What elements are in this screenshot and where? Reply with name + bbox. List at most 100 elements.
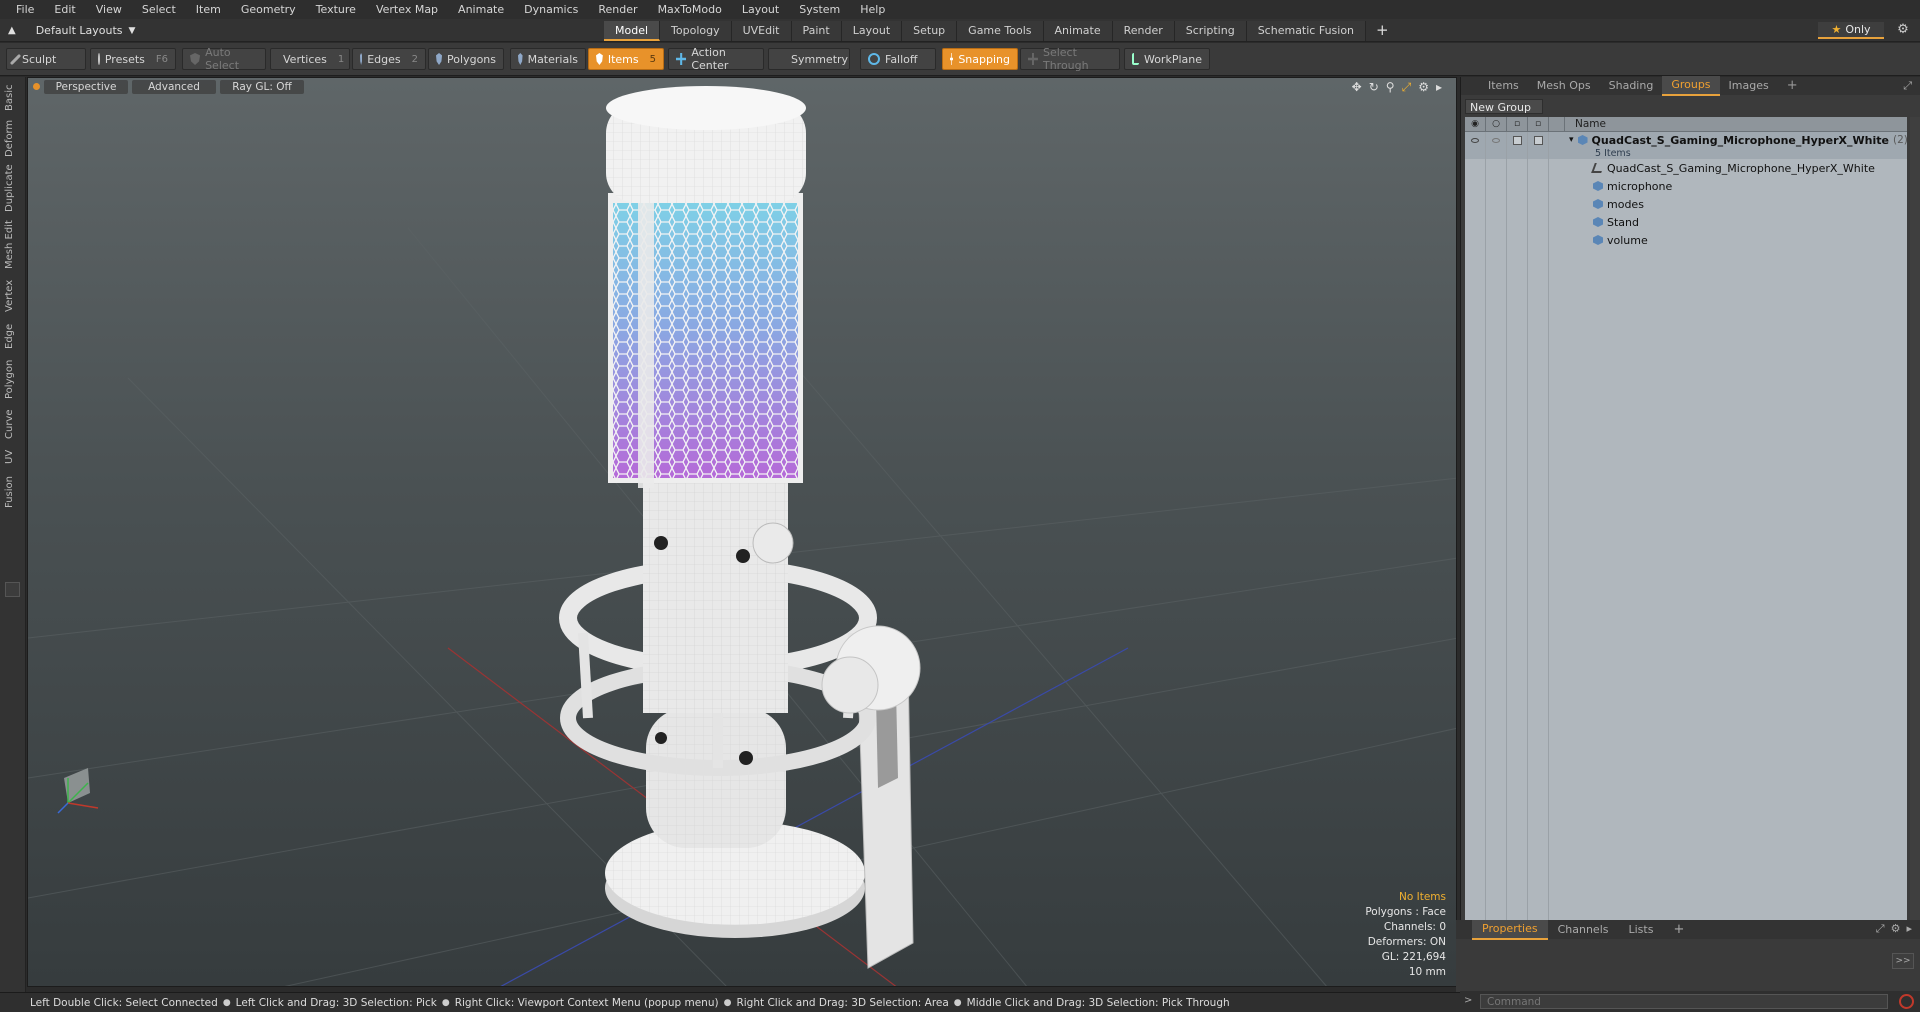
collapse-icon[interactable]: ▲ bbox=[8, 25, 16, 36]
raygl-button[interactable]: Ray GL: Off bbox=[220, 80, 304, 94]
list-item[interactable]: microphone bbox=[1465, 177, 1907, 195]
tab-topology[interactable]: Topology bbox=[660, 21, 732, 41]
menu-edit[interactable]: Edit bbox=[44, 0, 85, 19]
sculpt-button[interactable]: Sculpt bbox=[6, 48, 86, 70]
vtab-basic[interactable]: Basic bbox=[4, 83, 22, 113]
tab-setup[interactable]: Setup bbox=[902, 21, 958, 41]
tab-layout[interactable]: Layout bbox=[841, 21, 903, 41]
vertices-button[interactable]: Vertices 1 bbox=[270, 48, 350, 70]
viewport-expand-icon[interactable]: ▸ bbox=[1436, 80, 1442, 95]
vtab-vertex[interactable]: Vertex bbox=[4, 277, 22, 315]
vtab-curve[interactable]: Curve bbox=[4, 407, 22, 441]
presets-button[interactable]: Presets F6 bbox=[90, 48, 176, 70]
collapse-arrow-icon[interactable]: ▾ bbox=[1569, 135, 1574, 145]
tab-images[interactable]: Images bbox=[1720, 77, 1778, 95]
expand-icon[interactable]: ⤢ bbox=[1876, 922, 1885, 936]
vtab-mesh-edit[interactable]: Mesh Edit bbox=[4, 219, 22, 271]
edges-button[interactable]: Edges 2 bbox=[352, 48, 426, 70]
select-through-button[interactable]: Select Through bbox=[1020, 46, 1120, 72]
visibility-toggle[interactable] bbox=[1465, 132, 1486, 148]
tab-groups[interactable]: Groups bbox=[1662, 76, 1720, 96]
layout-selector[interactable]: ▲ Default Layouts ▼ bbox=[8, 22, 135, 39]
menu-help[interactable]: Help bbox=[850, 0, 895, 19]
visibility-column-icon[interactable]: ◉ bbox=[1465, 117, 1486, 132]
menu-animate[interactable]: Animate bbox=[448, 0, 514, 19]
zoom-view-icon[interactable]: ⚲ bbox=[1386, 80, 1395, 95]
auto-select-button[interactable]: Auto Select bbox=[182, 46, 266, 72]
vtab-deform[interactable]: Deform bbox=[4, 119, 22, 157]
view-advanced-button[interactable]: Advanced bbox=[132, 80, 216, 94]
gear-icon[interactable]: ⚙ bbox=[1894, 22, 1912, 39]
tab-animate[interactable]: Animate bbox=[1043, 21, 1113, 41]
workplane-button[interactable]: WorkPlane bbox=[1124, 48, 1210, 70]
vtab-fusion[interactable]: Fusion bbox=[4, 473, 22, 511]
symmetry-button[interactable]: Symmetry bbox=[768, 48, 850, 70]
command-input[interactable] bbox=[1480, 994, 1888, 1009]
properties-expand-button[interactable]: >> bbox=[1892, 953, 1914, 969]
tab-items[interactable]: Items bbox=[1479, 77, 1528, 95]
viewport-menu-icon[interactable] bbox=[33, 83, 40, 90]
list-item[interactable]: QuadCast_S_Gaming_Microphone_HyperX_Whit… bbox=[1465, 159, 1907, 177]
record-macro-icon[interactable] bbox=[1899, 994, 1914, 1009]
tab-render[interactable]: Render bbox=[1112, 21, 1175, 41]
render-toggle[interactable] bbox=[1486, 132, 1507, 148]
list-item[interactable]: volume bbox=[1465, 231, 1907, 249]
tab-lists[interactable]: Lists bbox=[1619, 921, 1664, 939]
menu-layout[interactable]: Layout bbox=[732, 0, 789, 19]
vtab-polygon[interactable]: Polygon bbox=[4, 357, 22, 401]
tab-model[interactable]: Model bbox=[604, 21, 661, 41]
view-settings-icon[interactable]: ⚙ bbox=[1418, 80, 1429, 95]
menu-maxtomodo[interactable]: MaxToModo bbox=[648, 0, 732, 19]
render-column-icon[interactable]: ○ bbox=[1486, 117, 1507, 132]
falloff-button[interactable]: Falloff bbox=[860, 48, 936, 70]
move-view-icon[interactable]: ✥ bbox=[1352, 80, 1362, 95]
menu-item[interactable]: Item bbox=[186, 0, 231, 19]
menu-texture[interactable]: Texture bbox=[306, 0, 366, 19]
materials-button[interactable]: Materials bbox=[510, 48, 586, 70]
outliner-scrollbar[interactable] bbox=[1910, 117, 1920, 921]
select-toggle[interactable] bbox=[1528, 132, 1549, 148]
snapping-button[interactable]: Snapping bbox=[942, 48, 1018, 70]
lock-toggle[interactable] bbox=[1507, 132, 1528, 148]
fit-view-icon[interactable]: ⤢ bbox=[1402, 80, 1412, 95]
group-row[interactable]: ▾ QuadCast_S_Gaming_Microphone_HyperX_Wh… bbox=[1465, 132, 1907, 148]
tab-game-tools[interactable]: Game Tools bbox=[957, 21, 1044, 41]
add-tab-icon[interactable]: + bbox=[1778, 77, 1807, 95]
tab-mesh-ops[interactable]: Mesh Ops bbox=[1528, 77, 1600, 95]
menu-render[interactable]: Render bbox=[588, 0, 647, 19]
menu-file[interactable]: File bbox=[6, 0, 44, 19]
menu-view[interactable]: View bbox=[86, 0, 132, 19]
panel-arrow-icon[interactable]: ▸ bbox=[1906, 922, 1912, 936]
menu-dynamics[interactable]: Dynamics bbox=[514, 0, 588, 19]
menu-select[interactable]: Select bbox=[132, 0, 186, 19]
list-item[interactable]: Stand bbox=[1465, 213, 1907, 231]
palette-toggle[interactable] bbox=[5, 582, 20, 597]
tab-properties[interactable]: Properties bbox=[1472, 919, 1548, 940]
vtab-duplicate[interactable]: Duplicate bbox=[4, 163, 22, 213]
command-history-icon[interactable]: > bbox=[1464, 995, 1472, 1006]
menu-system[interactable]: System bbox=[789, 0, 850, 19]
add-tab-icon[interactable]: + bbox=[1663, 921, 1694, 939]
3d-viewport[interactable]: Perspective Advanced Ray GL: Off ✥ ↻ ⚲ ⤢… bbox=[27, 77, 1457, 987]
new-group-button[interactable]: New Group bbox=[1465, 99, 1543, 114]
gear-icon[interactable]: ⚙ bbox=[1891, 922, 1901, 936]
select-column-icon[interactable]: ▫ bbox=[1528, 117, 1549, 132]
action-center-button[interactable]: Action Center bbox=[668, 46, 764, 72]
menu-vertex-map[interactable]: Vertex Map bbox=[366, 0, 448, 19]
list-item[interactable]: modes bbox=[1465, 195, 1907, 213]
tab-scripting[interactable]: Scripting bbox=[1174, 21, 1247, 41]
only-button[interactable]: ★ Only bbox=[1818, 22, 1884, 39]
tab-paint[interactable]: Paint bbox=[791, 21, 842, 41]
vtab-edge[interactable]: Edge bbox=[4, 321, 22, 351]
tab-channels[interactable]: Channels bbox=[1548, 921, 1619, 939]
menu-geometry[interactable]: Geometry bbox=[231, 0, 306, 19]
lock-column-icon[interactable]: ▫ bbox=[1507, 117, 1528, 132]
tab-shading[interactable]: Shading bbox=[1600, 77, 1663, 95]
expand-panel-icon[interactable]: ⤢ bbox=[1903, 79, 1912, 93]
view-perspective-button[interactable]: Perspective bbox=[44, 80, 128, 94]
tab-schematic-fusion[interactable]: Schematic Fusion bbox=[1246, 21, 1367, 41]
rotate-view-icon[interactable]: ↻ bbox=[1369, 80, 1379, 95]
items-button[interactable]: Items 5 bbox=[588, 48, 664, 70]
tab-uvedit[interactable]: UVEdit bbox=[731, 21, 792, 41]
polygons-button[interactable]: Polygons bbox=[428, 48, 504, 70]
